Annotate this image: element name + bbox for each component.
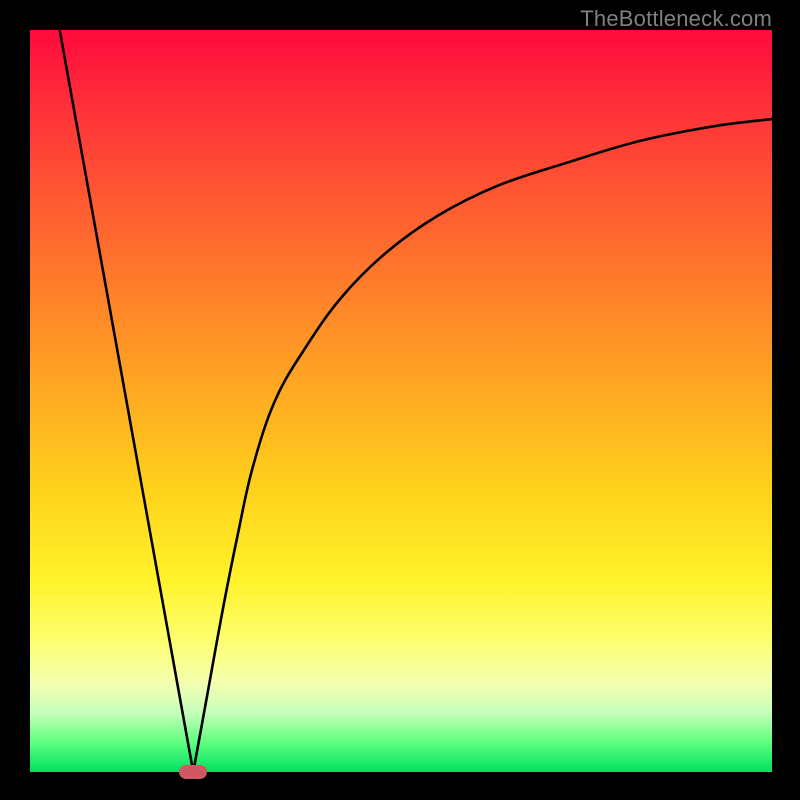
curve-right-branch: [193, 119, 772, 772]
plot-area: [30, 30, 772, 772]
chart-frame: TheBottleneck.com: [0, 0, 800, 800]
curve-left-branch: [60, 30, 194, 772]
optimum-marker: [179, 765, 207, 779]
bottleneck-curve: [30, 30, 772, 772]
attribution-text: TheBottleneck.com: [580, 6, 772, 32]
